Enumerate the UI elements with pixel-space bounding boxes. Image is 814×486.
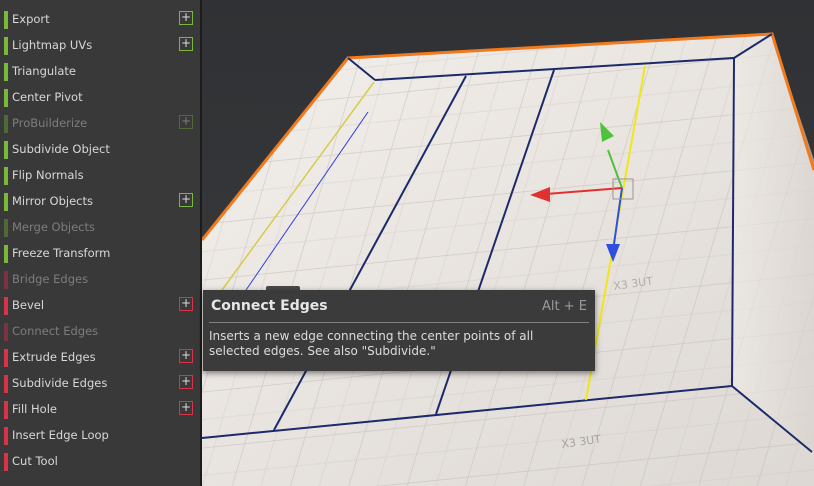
menu-item-label: Center Pivot bbox=[12, 90, 83, 104]
category-color-bar bbox=[4, 115, 8, 133]
menu-item-label: Extrude Edges bbox=[12, 350, 96, 364]
menu-item-extrude-edges[interactable]: Extrude Edges + bbox=[4, 347, 196, 369]
category-color-bar bbox=[4, 349, 8, 367]
menu-item-cut-tool[interactable]: Cut Tool bbox=[4, 451, 196, 473]
menu-item-center-pivot[interactable]: Center Pivot bbox=[4, 87, 196, 109]
category-color-bar bbox=[4, 193, 8, 211]
probuilder-toolbar: Export + Lightmap UVs + Triangulate Center Pi… bbox=[0, 0, 202, 486]
category-color-bar bbox=[4, 167, 8, 185]
scene-viewport[interactable]: X3 3UT X3 3UT bbox=[202, 0, 814, 486]
options-plus-icon[interactable]: + bbox=[179, 115, 193, 129]
category-color-bar bbox=[4, 11, 8, 29]
category-color-bar bbox=[4, 271, 8, 289]
menu-item-label: Subdivide Edges bbox=[12, 376, 108, 390]
menu-item-label: Flip Normals bbox=[12, 168, 84, 182]
menu-item-label: Mirror Objects bbox=[12, 194, 93, 208]
menu-item-bridge-edges[interactable]: Bridge Edges bbox=[4, 269, 196, 291]
menu-item-flip-normals[interactable]: Flip Normals bbox=[4, 165, 196, 187]
tooltip-shortcut: Alt + E bbox=[542, 299, 587, 314]
options-plus-icon[interactable]: + bbox=[179, 297, 193, 311]
scene-svg: X3 3UT X3 3UT bbox=[202, 0, 814, 486]
category-color-bar bbox=[4, 89, 8, 107]
category-color-bar bbox=[4, 453, 8, 471]
menu-item-label: ProBuilderize bbox=[12, 116, 88, 130]
menu-item-label: Cut Tool bbox=[12, 454, 58, 468]
menu-item-label: Fill Hole bbox=[12, 402, 57, 416]
category-color-bar bbox=[4, 375, 8, 393]
tooltip-divider bbox=[209, 322, 589, 323]
menu-item-freeze-transform[interactable]: Freeze Transform bbox=[4, 243, 196, 265]
menu-item-fill-hole[interactable]: Fill Hole + bbox=[4, 399, 196, 421]
options-plus-icon[interactable]: + bbox=[179, 37, 193, 51]
tooltip-description: Inserts a new edge connecting the center… bbox=[209, 329, 534, 358]
menu-item-subdivide-edges[interactable]: Subdivide Edges + bbox=[4, 373, 196, 395]
category-color-bar bbox=[4, 427, 8, 445]
menu-item-mirror-objects[interactable]: Mirror Objects + bbox=[4, 191, 196, 213]
menu-item-probuilderize[interactable]: ProBuilderize + bbox=[4, 113, 196, 135]
menu-item-merge-objects[interactable]: Merge Objects bbox=[4, 217, 196, 239]
menu-item-label: Insert Edge Loop bbox=[12, 428, 109, 442]
menu-item-insert-edge-loop[interactable]: Insert Edge Loop bbox=[4, 425, 196, 447]
category-color-bar bbox=[4, 141, 8, 159]
options-plus-icon[interactable]: + bbox=[179, 375, 193, 389]
menu-item-label: Freeze Transform bbox=[12, 246, 111, 260]
category-color-bar bbox=[4, 245, 8, 263]
menu-item-label: Connect Edges bbox=[12, 324, 99, 338]
category-color-bar bbox=[4, 63, 8, 81]
menu-item-label: Lightmap UVs bbox=[12, 38, 93, 52]
menu-item-triangulate[interactable]: Triangulate bbox=[4, 61, 196, 83]
category-color-bar bbox=[4, 219, 8, 237]
menu-item-label: Export bbox=[12, 12, 50, 26]
options-plus-icon[interactable]: + bbox=[179, 349, 193, 363]
options-plus-icon[interactable]: + bbox=[179, 401, 193, 415]
menu-item-label: Bevel bbox=[12, 298, 45, 312]
menu-item-label: Subdivide Object bbox=[12, 142, 110, 156]
menu-item-label: Triangulate bbox=[12, 64, 77, 78]
options-plus-icon[interactable]: + bbox=[179, 11, 193, 25]
category-color-bar bbox=[4, 297, 8, 315]
menu-item-label: Bridge Edges bbox=[12, 272, 89, 286]
tooltip-title: Connect Edges bbox=[211, 298, 328, 314]
tooltip: Connect Edges Alt + E Inserts a new edge… bbox=[203, 290, 595, 371]
menu-item-bevel[interactable]: Bevel + bbox=[4, 295, 196, 317]
menu-item-subdivide-object[interactable]: Subdivide Object bbox=[4, 139, 196, 161]
category-color-bar bbox=[4, 401, 8, 419]
category-color-bar bbox=[4, 323, 8, 341]
menu-item-connect-edges[interactable]: Connect Edges bbox=[4, 321, 196, 343]
options-plus-icon[interactable]: + bbox=[179, 193, 193, 207]
category-color-bar bbox=[4, 37, 8, 55]
menu-item-label: Merge Objects bbox=[12, 220, 95, 234]
menu-item-lightmap-uvs[interactable]: Lightmap UVs + bbox=[4, 35, 196, 57]
menu-item-export[interactable]: Export + bbox=[4, 9, 196, 31]
